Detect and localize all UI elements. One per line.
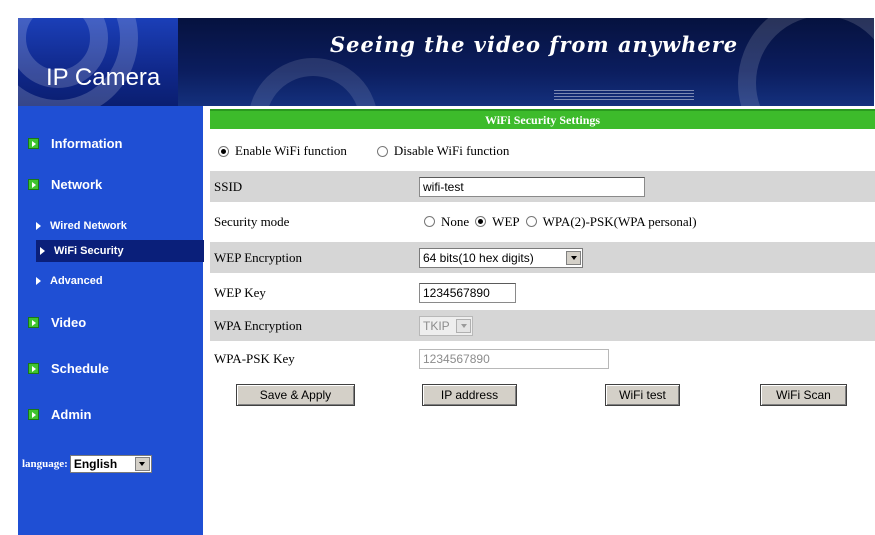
wpa-encryption-row: WPA Encryption TKIP xyxy=(210,310,875,341)
chevron-down-icon[interactable] xyxy=(566,250,581,265)
sidebar-item-label: Video xyxy=(51,314,87,330)
chevron-down-icon[interactable] xyxy=(134,457,150,471)
wpa-encryption-select[interactable]: TKIP xyxy=(419,315,473,336)
security-wpa-option[interactable]: WPA(2)-PSK(WPA personal) xyxy=(525,213,697,230)
sidebar: Information Network Wired Network WiFi S… xyxy=(18,106,204,535)
sidebar-subitem-label: Advanced xyxy=(50,275,103,287)
security-none-radio[interactable] xyxy=(424,216,435,227)
language-select[interactable]: English xyxy=(69,455,152,473)
language-label: language: xyxy=(22,458,68,470)
ssid-label: SSID xyxy=(214,178,243,194)
wep-key-input[interactable]: 1234567890 xyxy=(419,282,516,303)
language-selected-value: English xyxy=(73,457,118,471)
sidebar-item-information[interactable]: Information xyxy=(28,133,123,153)
banner-slogan: Seeing the video from anywhere xyxy=(330,32,739,57)
arrow-bullet-icon xyxy=(28,137,39,149)
wpa-encryption-value: TKIP xyxy=(423,318,450,333)
wifi-scan-button[interactable]: WiFi Scan xyxy=(760,384,847,406)
sidebar-item-network[interactable]: Network xyxy=(28,174,102,194)
wpa-psk-key-input[interactable]: 1234567890 xyxy=(419,348,609,369)
chevron-down-icon xyxy=(456,318,471,333)
wep-encryption-select[interactable]: 64 bits(10 hex digits) xyxy=(419,247,583,268)
security-mode-row: Security mode None WEP WPA(2)-PSK(WPA pe… xyxy=(210,206,875,237)
sidebar-subitem-advanced[interactable]: Advanced xyxy=(36,273,103,289)
security-wep-radio[interactable] xyxy=(475,216,487,227)
app-frame: IP Camera Seeing the video from anywhere… xyxy=(0,0,875,535)
arrow-bullet-icon xyxy=(28,362,39,374)
security-wep-option[interactable]: WEP xyxy=(475,213,520,230)
language-row: language: English xyxy=(22,455,152,473)
disable-wifi-label: Disable WiFi function xyxy=(393,143,510,158)
security-mode-label: Security mode xyxy=(214,213,290,229)
save-apply-button[interactable]: Save & Apply xyxy=(236,384,355,406)
sidebar-subitem-wired-network[interactable]: Wired Network xyxy=(36,218,127,234)
sidebar-item-label: Information xyxy=(51,135,123,151)
triangle-arrow-icon xyxy=(40,247,45,255)
header-banner: IP Camera Seeing the video from anywhere xyxy=(18,18,874,106)
sidebar-item-schedule[interactable]: Schedule xyxy=(28,358,109,378)
security-wep-label: WEP xyxy=(492,213,520,229)
sidebar-subitem-wifi-security[interactable]: WiFi Security xyxy=(36,240,204,262)
sidebar-item-label: Admin xyxy=(51,406,92,422)
security-wpa-radio[interactable] xyxy=(525,216,537,227)
ip-address-button[interactable]: IP address xyxy=(422,384,517,406)
banner-fine-print xyxy=(554,90,694,102)
wep-encryption-label: WEP Encryption xyxy=(214,249,302,265)
disable-wifi-option[interactable]: Disable WiFi function xyxy=(376,143,510,159)
ssid-input[interactable]: wifi-test xyxy=(419,176,645,197)
security-none-label: None xyxy=(441,213,470,229)
wifi-test-button[interactable]: WiFi test xyxy=(605,384,680,406)
wep-encryption-value: 64 bits(10 hex digits) xyxy=(423,250,534,265)
sidebar-item-label: Network xyxy=(51,176,103,192)
wep-key-row: WEP Key 1234567890 xyxy=(210,277,875,308)
enable-wifi-label: Enable WiFi function xyxy=(235,143,347,158)
triangle-arrow-icon xyxy=(36,222,41,230)
wifi-enable-row: Enable WiFi function Disable WiFi functi… xyxy=(218,143,509,159)
wep-encryption-row: WEP Encryption 64 bits(10 hex digits) xyxy=(210,242,875,273)
arrow-bullet-icon xyxy=(28,178,39,190)
enable-wifi-option[interactable]: Enable WiFi function xyxy=(218,143,347,159)
logo-text: IP Camera xyxy=(46,64,161,91)
sidebar-subitem-label: Wired Network xyxy=(50,220,127,232)
wpa-encryption-label: WPA Encryption xyxy=(214,317,302,333)
sidebar-item-label: Schedule xyxy=(51,360,109,376)
ssid-row: SSID wifi-test xyxy=(210,171,875,202)
sidebar-item-video[interactable]: Video xyxy=(28,312,86,332)
arrow-bullet-icon xyxy=(28,316,39,328)
wpa-psk-key-row: WPA-PSK Key 1234567890 xyxy=(210,343,875,374)
security-wpa-label: WPA(2)-PSK(WPA personal) xyxy=(542,213,697,229)
sidebar-subitem-label: WiFi Security xyxy=(54,245,124,257)
triangle-arrow-icon xyxy=(36,277,41,285)
banner-swirl-decoration xyxy=(738,18,874,106)
disable-wifi-radio[interactable] xyxy=(376,145,388,157)
sidebar-item-admin[interactable]: Admin xyxy=(28,404,91,424)
page-title: WiFi Security Settings xyxy=(210,109,875,129)
enable-wifi-radio[interactable] xyxy=(218,145,229,157)
security-none-option[interactable]: None xyxy=(424,214,469,230)
wpa-psk-key-label: WPA-PSK Key xyxy=(214,350,295,366)
arrow-bullet-icon xyxy=(28,408,39,420)
wep-key-label: WEP Key xyxy=(214,284,266,300)
